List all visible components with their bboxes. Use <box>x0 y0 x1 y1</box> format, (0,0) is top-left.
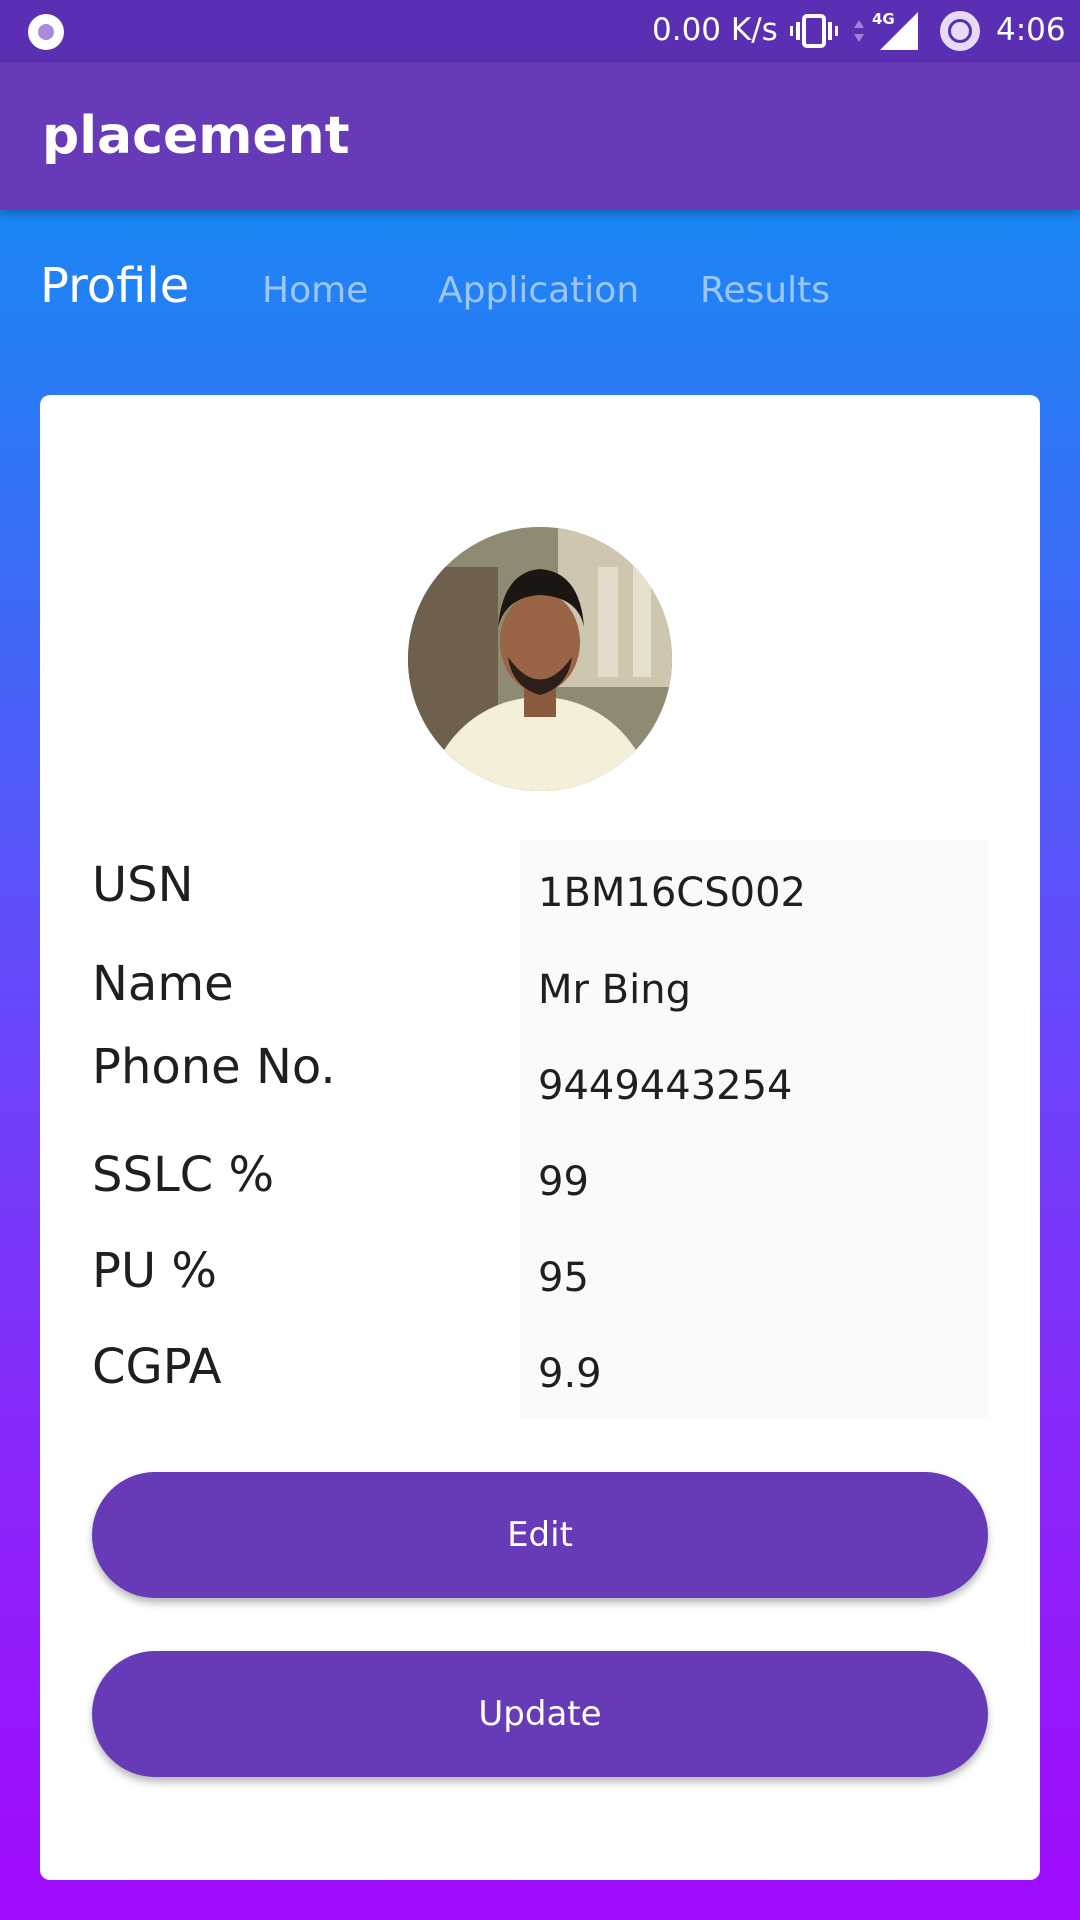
pu-value: 95 <box>538 1255 589 1301</box>
network-speed: 0.00 K/s <box>652 12 778 48</box>
update-button[interactable]: Update <box>92 1651 988 1777</box>
tab-application[interactable]: Application <box>438 270 639 311</box>
profile-card: USN 1BM16CS002 Name Mr Bing Phone No. 94… <box>40 395 1040 1880</box>
values-panel <box>520 840 988 1418</box>
avatar <box>408 527 672 791</box>
sync-ring-icon <box>940 11 980 51</box>
profile-photo <box>408 527 672 791</box>
data-arrows-icon <box>854 20 864 42</box>
status-bar: 0.00 K/s 4G 4:06 <box>0 0 1080 62</box>
phone-label: Phone No. <box>92 1039 336 1095</box>
app-title: placement <box>42 106 350 166</box>
tab-profile[interactable]: Profile <box>40 258 189 314</box>
name-label: Name <box>92 956 234 1012</box>
sslc-label: SSLC % <box>92 1147 275 1203</box>
cgpa-value: 9.9 <box>538 1351 602 1397</box>
usn-label: USN <box>92 857 194 913</box>
vibrate-icon <box>790 14 838 48</box>
notification-circle-icon <box>28 14 64 50</box>
cgpa-label: CGPA <box>92 1339 222 1395</box>
sslc-value: 99 <box>538 1159 589 1205</box>
tab-bar: Profile Home Application Results <box>0 250 1080 330</box>
name-value: Mr Bing <box>538 967 691 1013</box>
pu-label: PU % <box>92 1243 217 1299</box>
tab-home[interactable]: Home <box>262 270 368 311</box>
edit-button[interactable]: Edit <box>92 1472 988 1598</box>
usn-value: 1BM16CS002 <box>538 870 806 916</box>
clock: 4:06 <box>996 12 1066 48</box>
app-bar: placement <box>0 62 1080 210</box>
tab-results[interactable]: Results <box>700 270 830 311</box>
network-type-label: 4G <box>872 10 895 28</box>
phone-value: 9449443254 <box>538 1063 793 1109</box>
